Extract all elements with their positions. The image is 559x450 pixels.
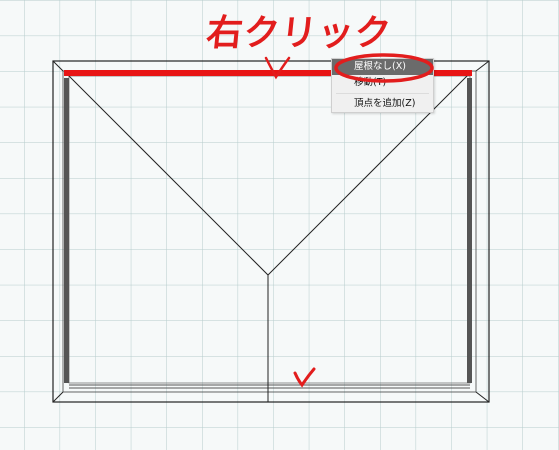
wall-right — [467, 78, 472, 383]
roof-plan-canvas[interactable]: 右クリック 屋根なし(X) 移動(T) 頂点を追加(Z) — [0, 0, 559, 450]
right-click-annotation: 右クリック — [204, 13, 394, 54]
menu-item-move[interactable]: 移動(T) — [332, 75, 433, 91]
menu-separator — [336, 93, 429, 94]
grid-pattern — [0, 0, 559, 450]
context-menu: 屋根なし(X) 移動(T) 頂点を追加(Z) — [331, 58, 434, 113]
wall-left — [64, 78, 69, 383]
menu-item-no-roof[interactable]: 屋根なし(X) — [332, 59, 433, 75]
roof-plan-drawing — [0, 0, 559, 450]
menu-item-add-vertex[interactable]: 頂点を追加(Z) — [332, 96, 433, 112]
